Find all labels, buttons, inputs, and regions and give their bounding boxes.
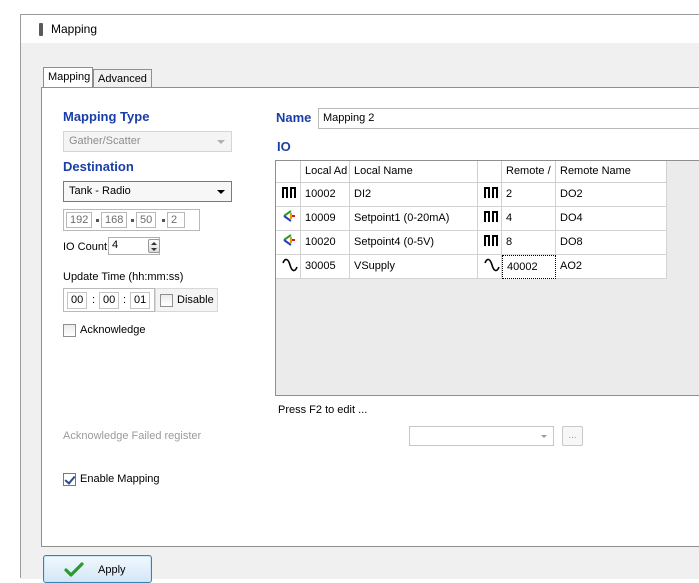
disable-label: Disable <box>177 294 214 306</box>
name-label: Name <box>276 110 312 125</box>
sine-wave-icon <box>276 255 301 279</box>
chevron-down-icon <box>217 140 225 144</box>
mapping-type-label: Mapping Type <box>63 109 150 124</box>
disable-checkbox[interactable] <box>160 294 173 307</box>
row-1-local-name[interactable]: DI2 <box>350 183 478 207</box>
ip-octet-2[interactable]: 168 <box>101 212 128 228</box>
row-4-local-name[interactable]: VSupply <box>350 255 478 279</box>
mapping-type-select[interactable]: Gather/Scatter <box>63 131 232 152</box>
chevron-down-icon <box>541 435 547 438</box>
chevron-down-icon <box>217 190 225 194</box>
ip-dot <box>162 219 165 222</box>
row-2-remote-address[interactable]: 4 <box>502 207 556 231</box>
row-3-remote-name[interactable]: DO8 <box>556 231 667 255</box>
grid-header-local-name[interactable]: Local Name <box>350 161 478 183</box>
ack-failed-register-label: Acknowledge Failed register <box>63 430 202 442</box>
acknowledge-label: Acknowledge <box>80 324 146 336</box>
checkmark-icon <box>64 562 84 581</box>
tab-mapping-label: Mapping <box>48 71 91 83</box>
title-bar: Mapping <box>21 15 699 43</box>
apply-button[interactable]: Apply <box>43 555 152 583</box>
tab-advanced[interactable]: Advanced <box>93 69 152 87</box>
digital-pulse-icon <box>478 207 502 231</box>
tab-mapping[interactable]: Mapping <box>43 67 93 87</box>
grid-header-remote-address[interactable]: Remote / <box>502 161 556 183</box>
update-time-minutes[interactable]: 00 <box>99 292 120 309</box>
ip-octet-4[interactable]: 2 <box>167 212 185 228</box>
app-icon <box>39 23 43 36</box>
mapping-window: Mapping Mapping Advanced Mapping Type Ga… <box>20 14 699 583</box>
apply-button-label: Apply <box>98 564 126 576</box>
row-4-remote-name[interactable]: AO2 <box>556 255 667 279</box>
grid-header-remote-name[interactable]: Remote Name <box>556 161 667 183</box>
name-value: Mapping 2 <box>323 112 375 124</box>
time-separator: : <box>92 294 96 306</box>
grid-header-icon <box>276 161 301 183</box>
digital-pulse-icon <box>478 183 502 207</box>
browse-button-label: ... <box>568 430 577 441</box>
sine-wave-icon <box>478 255 502 279</box>
digital-pulse-icon <box>276 183 301 207</box>
browse-button[interactable]: ... <box>562 426 583 446</box>
row-2-remote-name[interactable]: DO4 <box>556 207 667 231</box>
row-4-remote-address[interactable]: 40002 <box>502 255 556 279</box>
io-label: IO <box>277 139 291 154</box>
grid-header-remote-icon <box>478 161 502 183</box>
acknowledge-checkbox[interactable] <box>63 324 76 337</box>
row-3-local-address[interactable]: 10020 <box>301 231 350 255</box>
ip-dot <box>96 219 99 222</box>
ip-octet-1[interactable]: 192 <box>66 212 93 228</box>
name-input[interactable]: Mapping 2 <box>318 108 699 129</box>
ip-dot <box>131 219 134 222</box>
row-4-local-address[interactable]: 30005 <box>301 255 350 279</box>
ip-address-field[interactable]: 192 168 50 2 <box>63 209 200 231</box>
row-1-remote-name[interactable]: DO2 <box>556 183 667 207</box>
analog-input-icon <box>276 207 301 231</box>
row-3-remote-address[interactable]: 8 <box>502 231 556 255</box>
enable-mapping-label: Enable Mapping <box>80 473 160 485</box>
client-area: Mapping Advanced Mapping Type Gather/Sca… <box>21 43 699 583</box>
destination-select[interactable]: Tank - Radio <box>63 181 232 202</box>
edit-hint: Press F2 to edit ... <box>278 404 368 416</box>
analog-input-icon <box>276 231 301 255</box>
row-1-remote-address[interactable]: 2 <box>502 183 556 207</box>
window-title: Mapping <box>51 22 98 36</box>
update-time-seconds[interactable]: 01 <box>130 292 151 309</box>
tab-advanced-label: Advanced <box>98 73 147 85</box>
destination-value: Tank - Radio <box>69 185 131 197</box>
row-1-local-address[interactable]: 10002 <box>301 183 350 207</box>
grid-header-local-address[interactable]: Local Ad <box>301 161 350 183</box>
ack-failed-register-select[interactable] <box>409 426 554 446</box>
time-separator: : <box>123 294 127 306</box>
digital-pulse-icon <box>478 231 502 255</box>
io-count-value: 4 <box>112 239 119 251</box>
enable-mapping-checkbox[interactable] <box>63 473 76 486</box>
row-3-local-name[interactable]: Setpoint4 (0-5V) <box>350 231 478 255</box>
io-count-stepper[interactable] <box>148 239 160 253</box>
update-time-label: Update Time (hh:mm:ss) <box>63 271 184 283</box>
update-time-hours[interactable]: 00 <box>67 292 88 309</box>
io-count-label: IO Count <box>63 241 108 253</box>
destination-label: Destination <box>63 159 134 174</box>
ip-octet-3[interactable]: 50 <box>136 212 157 228</box>
io-grid[interactable]: Local Ad Local Name Remote / Remote Name… <box>275 160 699 396</box>
row-2-local-address[interactable]: 10009 <box>301 207 350 231</box>
mapping-type-value: Gather/Scatter <box>69 135 141 147</box>
disable-group: Disable <box>155 288 218 312</box>
update-time-field[interactable]: 00 : 00 : 01 <box>63 288 155 312</box>
row-2-local-name[interactable]: Setpoint1 (0-20mA) <box>350 207 478 231</box>
